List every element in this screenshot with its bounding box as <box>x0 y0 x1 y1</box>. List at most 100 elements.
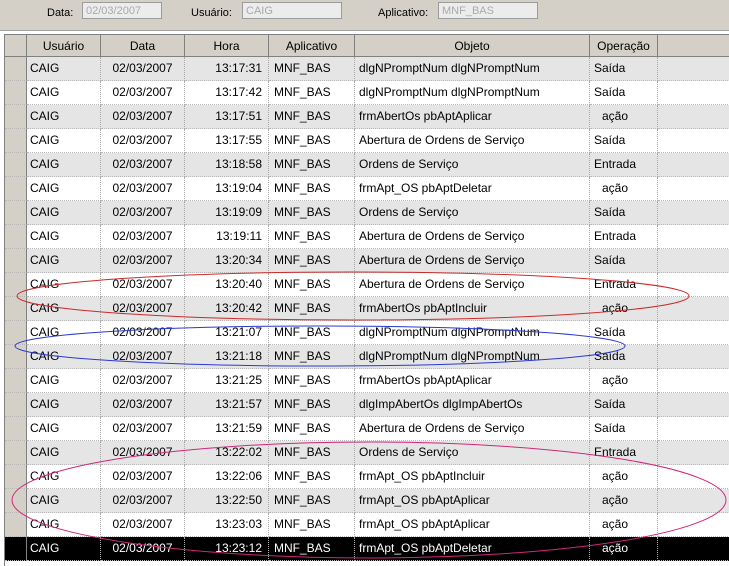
usuario-filter-label: Usuário: <box>191 7 232 19</box>
row-selector[interactable] <box>5 489 27 513</box>
table-row[interactable]: CAIG 02/03/2007 13:21:18 MNF_BAS dlgNPromptN… <box>5 345 729 369</box>
usuario-filter-field[interactable]: CAIG <box>242 2 342 19</box>
cell-operacao: ação <box>590 369 658 393</box>
cell-operacao: Saída <box>590 417 658 441</box>
cell-objeto: frmApt_OS pbAptDeletar <box>355 177 590 201</box>
cell-usuario: CAIG <box>27 81 101 105</box>
table-row[interactable]: CAIG 02/03/2007 13:17:51 MNF_BAS frmAbertOs … <box>5 105 729 129</box>
cell-filler <box>658 417 729 441</box>
cell-hora: 13:19:11 <box>185 225 269 249</box>
cell-data: 02/03/2007 <box>101 393 185 417</box>
table-row[interactable]: CAIG 02/03/2007 13:21:57 MNF_BAS dlgImpAbert… <box>5 393 729 417</box>
cell-filler <box>658 489 729 513</box>
table-row[interactable]: CAIG 02/03/2007 13:22:06 MNF_BAS frmApt_OS p… <box>5 465 729 489</box>
table-row[interactable]: CAIG 02/03/2007 13:23:12 MNF_BAS frmApt_OS p… <box>5 537 729 561</box>
table-row[interactable]: CAIG 02/03/2007 13:20:42 MNF_BAS frmAbertOs … <box>5 297 729 321</box>
row-selector[interactable] <box>5 201 27 225</box>
row-selector[interactable] <box>5 177 27 201</box>
cell-operacao: Saída <box>590 321 658 345</box>
row-selector[interactable] <box>5 441 27 465</box>
row-selector[interactable] <box>5 57 27 81</box>
cell-usuario: CAIG <box>27 441 101 465</box>
cell-operacao: Saída <box>590 57 658 81</box>
cell-filler <box>658 369 729 393</box>
row-selector[interactable] <box>5 513 27 537</box>
cell-aplicativo: MNF_BAS <box>269 369 355 393</box>
table-row[interactable]: CAIG 02/03/2007 13:19:11 MNF_BAS Abertura de… <box>5 225 729 249</box>
column-header-data[interactable]: Data <box>101 35 185 57</box>
row-selector[interactable] <box>5 105 27 129</box>
row-selector[interactable] <box>5 393 27 417</box>
cell-data: 02/03/2007 <box>101 417 185 441</box>
row-selector[interactable] <box>5 153 27 177</box>
cell-usuario: CAIG <box>27 153 101 177</box>
row-selector[interactable] <box>5 129 27 153</box>
row-selector[interactable] <box>5 369 27 393</box>
row-selector[interactable] <box>5 225 27 249</box>
cell-aplicativo: MNF_BAS <box>269 345 355 369</box>
cell-data: 02/03/2007 <box>101 513 185 537</box>
cell-objeto: dlgNPromptNum dlgNPromptNum <box>355 81 590 105</box>
table-row[interactable]: CAIG 02/03/2007 13:17:55 MNF_BAS Abertura de… <box>5 129 729 153</box>
row-selector[interactable] <box>5 273 27 297</box>
column-header-objeto[interactable]: Objeto <box>355 35 590 57</box>
row-selector[interactable] <box>5 297 27 321</box>
cell-aplicativo: MNF_BAS <box>269 105 355 129</box>
column-header-filler <box>658 35 729 57</box>
cell-objeto: Abertura de Ordens de Serviço <box>355 273 590 297</box>
row-selector[interactable] <box>5 249 27 273</box>
cell-usuario: CAIG <box>27 201 101 225</box>
cell-hora: 13:22:50 <box>185 489 269 513</box>
row-selector[interactable] <box>5 321 27 345</box>
table-row[interactable]: CAIG 02/03/2007 13:20:40 MNF_BAS Abertura de… <box>5 273 729 297</box>
cell-operacao: ação <box>590 177 658 201</box>
row-selector[interactable] <box>5 345 27 369</box>
table-row[interactable]: CAIG 02/03/2007 13:21:07 MNF_BAS dlgNPromptN… <box>5 321 729 345</box>
data-filter-field[interactable]: 02/03/2007 <box>82 2 162 19</box>
row-selector-header <box>5 35 27 57</box>
audit-log-table[interactable]: Usuário Data Hora Aplicativo Objeto Oper… <box>4 34 729 566</box>
cell-hora: 13:18:58 <box>185 153 269 177</box>
cell-operacao: Saída <box>590 249 658 273</box>
cell-objeto: frmAbertOs pbAptIncluir <box>355 297 590 321</box>
cell-hora: 13:20:42 <box>185 297 269 321</box>
cell-objeto: frmApt_OS pbAptAplicar <box>355 489 590 513</box>
table-row[interactable]: CAIG 02/03/2007 13:18:58 MNF_BAS Ordens de S… <box>5 153 729 177</box>
aplicativo-filter-field[interactable]: MNF_BAS <box>438 2 538 19</box>
table-row[interactable]: CAIG 02/03/2007 13:21:25 MNF_BAS frmAbertOs … <box>5 369 729 393</box>
cell-aplicativo: MNF_BAS <box>269 465 355 489</box>
table-row[interactable]: CAIG 02/03/2007 13:21:59 MNF_BAS Abertura de… <box>5 417 729 441</box>
table-header: Usuário Data Hora Aplicativo Objeto Oper… <box>5 35 729 57</box>
cell-hora: 13:17:31 <box>185 57 269 81</box>
row-selector[interactable] <box>5 417 27 441</box>
cell-filler <box>658 297 729 321</box>
cell-operacao: ação <box>590 489 658 513</box>
table-row[interactable]: CAIG 02/03/2007 13:22:02 MNF_BAS Ordens de S… <box>5 441 729 465</box>
cell-data: 02/03/2007 <box>101 297 185 321</box>
table-row[interactable]: CAIG 02/03/2007 13:20:34 MNF_BAS Abertura de… <box>5 249 729 273</box>
cell-aplicativo: MNF_BAS <box>269 441 355 465</box>
table-row[interactable]: CAIG 02/03/2007 13:23:03 MNF_BAS frmApt_OS p… <box>5 513 729 537</box>
cell-objeto: frmApt_OS pbAptDeletar <box>355 537 590 561</box>
table-row[interactable]: CAIG 02/03/2007 13:19:09 MNF_BAS Ordens de S… <box>5 201 729 225</box>
row-selector[interactable] <box>5 81 27 105</box>
table-row[interactable]: CAIG 02/03/2007 13:17:42 MNF_BAS dlgNPromptN… <box>5 81 729 105</box>
cell-aplicativo: MNF_BAS <box>269 57 355 81</box>
cell-aplicativo: MNF_BAS <box>269 273 355 297</box>
cell-aplicativo: MNF_BAS <box>269 129 355 153</box>
column-header-hora[interactable]: Hora <box>185 35 269 57</box>
row-selector[interactable] <box>5 465 27 489</box>
cell-operacao: Entrada <box>590 225 658 249</box>
cell-usuario: CAIG <box>27 417 101 441</box>
table-row[interactable]: CAIG 02/03/2007 13:22:50 MNF_BAS frmApt_OS p… <box>5 489 729 513</box>
table-row[interactable]: CAIG 02/03/2007 13:17:31 MNF_BAS dlgNPromptN… <box>5 57 729 81</box>
table-row[interactable]: CAIG 02/03/2007 13:19:04 MNF_BAS frmApt_OS p… <box>5 177 729 201</box>
column-header-aplicativo[interactable]: Aplicativo <box>269 35 355 57</box>
row-selector[interactable] <box>5 537 27 561</box>
cell-data: 02/03/2007 <box>101 57 185 81</box>
cell-operacao: ação <box>590 513 658 537</box>
column-header-operacao[interactable]: Operação <box>590 35 658 57</box>
cell-hora: 13:23:03 <box>185 513 269 537</box>
column-header-usuario[interactable]: Usuário <box>27 35 101 57</box>
cell-filler <box>658 537 729 561</box>
